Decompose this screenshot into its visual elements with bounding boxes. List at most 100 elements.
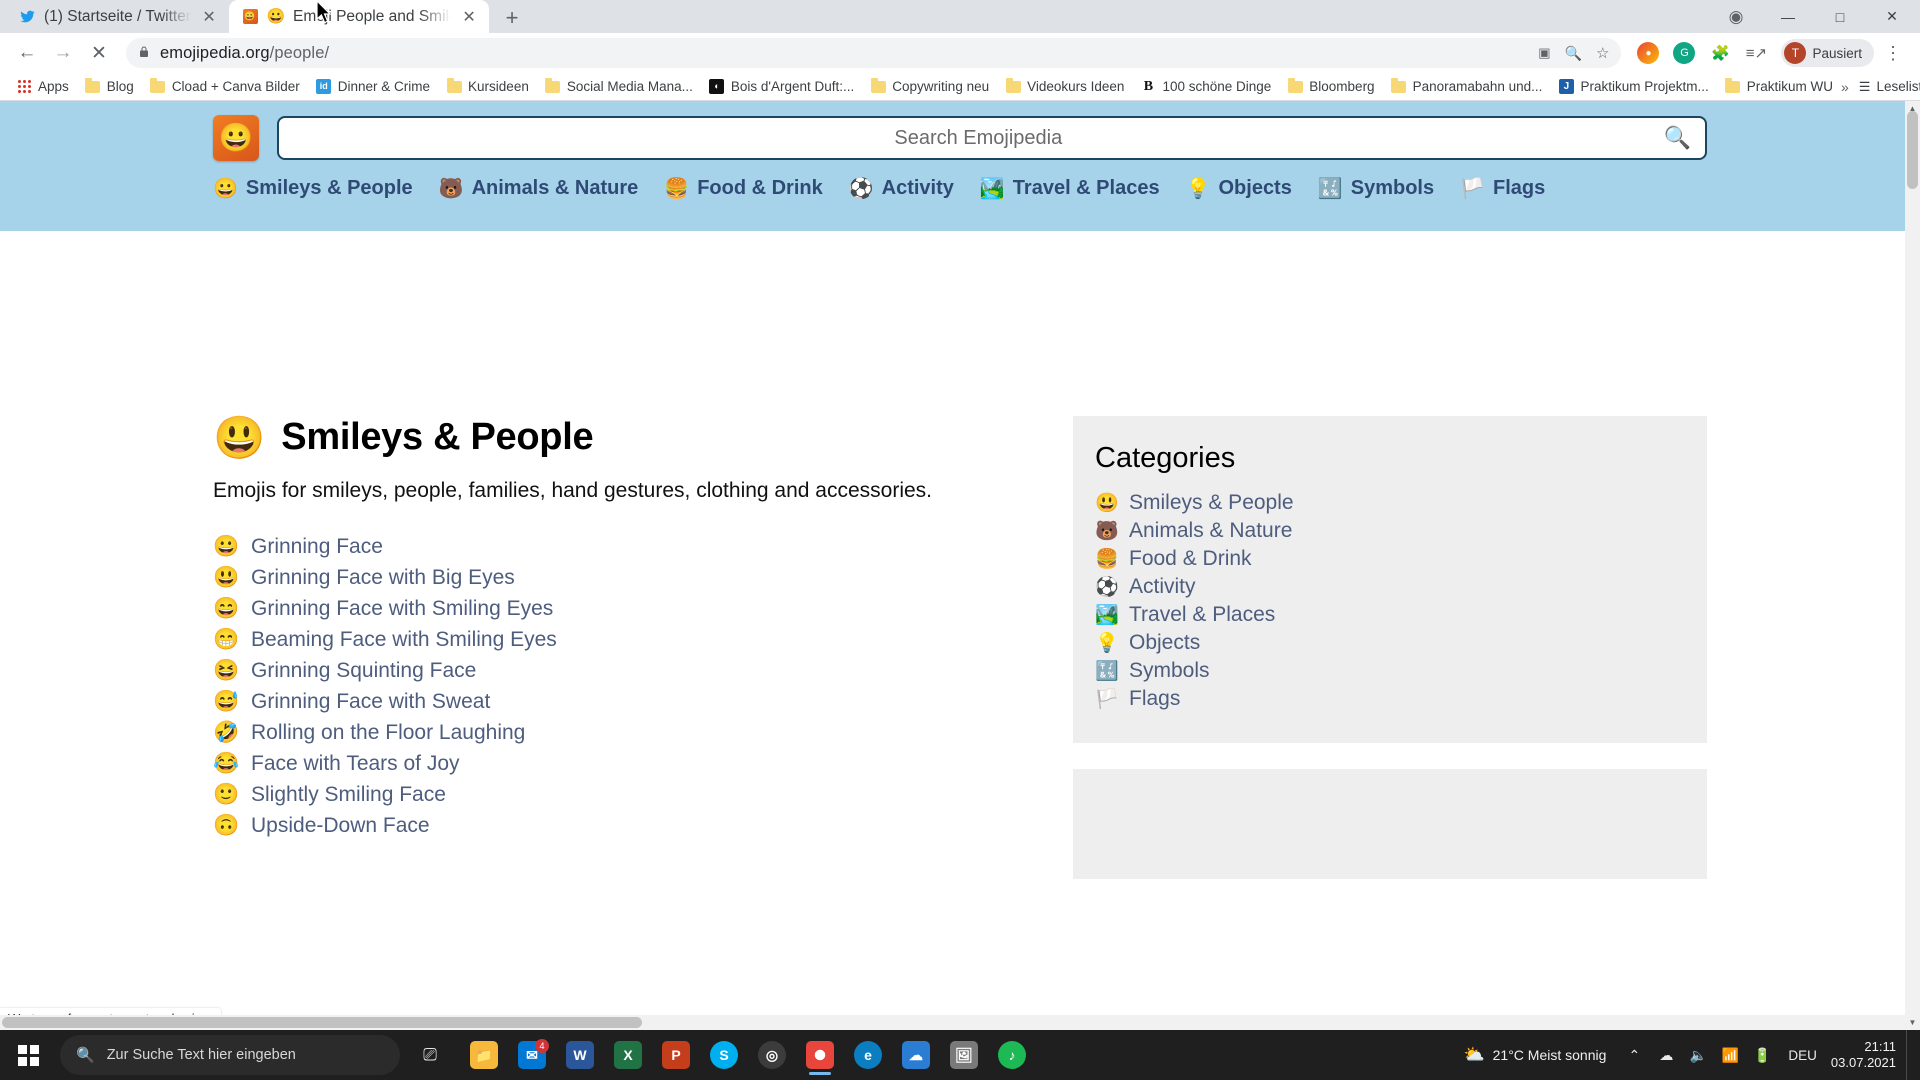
- translate-icon[interactable]: ▣: [1538, 45, 1550, 61]
- scroll-down-arrow[interactable]: ▼: [1905, 1015, 1920, 1030]
- close-icon[interactable]: ✕: [459, 7, 479, 27]
- nav-item-activity[interactable]: ⚽ Activity: [849, 177, 954, 200]
- taskbar-app-spotify[interactable]: ♪: [992, 1033, 1032, 1077]
- nav-item-travel-places[interactable]: 🏞️ Travel & Places: [980, 177, 1160, 200]
- forward-button[interactable]: →: [46, 36, 80, 70]
- nav-item-flags[interactable]: 🏳️ Flags: [1460, 177, 1545, 200]
- scrollbar-thumb-horizontal[interactable]: [2, 1017, 642, 1028]
- stop-loading-button[interactable]: ✕: [82, 36, 116, 70]
- search-box[interactable]: 🔍: [277, 116, 1707, 160]
- puzzle-extensions-icon[interactable]: 🧩: [1703, 36, 1737, 70]
- bookmarks-overflow-button[interactable]: »: [1841, 79, 1849, 95]
- sidebar-link[interactable]: Food & Drink: [1129, 547, 1252, 571]
- language-indicator[interactable]: DEU: [1778, 1048, 1827, 1063]
- bookmark-item[interactable]: Kursideen: [438, 76, 537, 98]
- network-icon[interactable]: 📶: [1714, 1030, 1746, 1080]
- nav-item-food-drink[interactable]: 🍔 Food & Drink: [664, 177, 822, 200]
- sidebar-item-symbols[interactable]: 🔣 Symbols: [1095, 657, 1685, 685]
- list-item[interactable]: 🙂 Slightly Smiling Face: [213, 779, 1013, 810]
- emoji-link[interactable]: Grinning Face with Sweat: [251, 690, 490, 714]
- sidebar-item-flags[interactable]: 🏳️ Flags: [1095, 685, 1685, 713]
- bookmark-item[interactable]: ◐ Bois d'Argent Duft:...: [701, 76, 862, 98]
- speaker-icon[interactable]: 🔈: [1682, 1030, 1714, 1080]
- bookmark-item[interactable]: Copywriting neu: [862, 76, 997, 98]
- sidebar-link[interactable]: Activity: [1129, 575, 1196, 599]
- taskbar-app-excel[interactable]: X: [608, 1033, 648, 1077]
- bookmark-item[interactable]: Blog: [77, 76, 142, 98]
- sidebar-item-travel-places[interactable]: 🏞️ Travel & Places: [1095, 601, 1685, 629]
- sidebar-item-activity[interactable]: ⚽ Activity: [1095, 573, 1685, 601]
- extension-color-icon[interactable]: ●: [1631, 36, 1665, 70]
- emojipedia-book-icon[interactable]: 😀: [213, 115, 259, 161]
- sidebar-link[interactable]: Objects: [1129, 631, 1200, 655]
- search-icon[interactable]: 🔍: [1664, 127, 1691, 149]
- horizontal-scrollbar[interactable]: [0, 1015, 1905, 1030]
- taskbar-app-powerpoint[interactable]: P: [656, 1033, 696, 1077]
- maximize-button[interactable]: □: [1814, 0, 1866, 33]
- list-item[interactable]: 😀 Grinning Face: [213, 531, 1013, 562]
- scrollbar-thumb[interactable]: [1907, 111, 1918, 189]
- taskbar-app-skype[interactable]: S: [704, 1033, 744, 1077]
- extension-circle-icon[interactable]: ◉: [1710, 0, 1762, 33]
- star-icon[interactable]: ☆: [1596, 44, 1609, 62]
- emoji-link[interactable]: Grinning Squinting Face: [251, 659, 476, 683]
- show-desktop-button[interactable]: [1906, 1030, 1914, 1080]
- sidebar-item-food-drink[interactable]: 🍔 Food & Drink: [1095, 545, 1685, 573]
- nav-item-smileys-people[interactable]: 😀 Smileys & People: [213, 177, 413, 200]
- emoji-link[interactable]: Beaming Face with Smiling Eyes: [251, 628, 557, 652]
- sidebar-link[interactable]: Animals & Nature: [1129, 519, 1292, 543]
- bookmark-item[interactable]: Videokurs Ideen: [997, 76, 1132, 98]
- battery-icon[interactable]: 🔋: [1746, 1030, 1778, 1080]
- new-tab-button[interactable]: +: [495, 3, 529, 33]
- taskbar-app-photos[interactable]: 🖼: [944, 1033, 984, 1077]
- list-item[interactable]: 😂 Face with Tears of Joy: [213, 748, 1013, 779]
- taskbar-app-onedrive[interactable]: ☁: [896, 1033, 936, 1077]
- nav-item-symbols[interactable]: 🔣 Symbols: [1318, 177, 1434, 200]
- taskbar-app-mail[interactable]: ✉ 4: [512, 1033, 552, 1077]
- bookmark-item[interactable]: B 100 schöne Dinge: [1132, 76, 1279, 98]
- back-button[interactable]: ←: [10, 36, 44, 70]
- list-item[interactable]: 😅 Grinning Face with Sweat: [213, 686, 1013, 717]
- taskbar-app-edge[interactable]: e: [848, 1033, 888, 1077]
- sidebar-item-animals-nature[interactable]: 🐻 Animals & Nature: [1095, 517, 1685, 545]
- onedrive-tray-icon[interactable]: ☁: [1650, 1030, 1682, 1080]
- weather-widget[interactable]: ⛅ 21°C Meist sonnig: [1451, 1045, 1618, 1065]
- emoji-link[interactable]: Grinning Face: [251, 535, 383, 559]
- bookmark-item[interactable]: Social Media Mana...: [537, 76, 701, 98]
- profile-button[interactable]: T Pausiert: [1781, 39, 1874, 67]
- list-item[interactable]: 😁 Beaming Face with Smiling Eyes: [213, 624, 1013, 655]
- nav-item-objects[interactable]: 💡 Objects: [1186, 177, 1292, 200]
- nav-item-animals-nature[interactable]: 🐻 Animals & Nature: [439, 177, 639, 200]
- close-window-button[interactable]: ✕: [1866, 0, 1918, 33]
- taskbar-app-file-explorer[interactable]: 📁: [464, 1033, 504, 1077]
- sidebar-link[interactable]: Symbols: [1129, 659, 1210, 683]
- emoji-link[interactable]: Grinning Face with Smiling Eyes: [251, 597, 553, 621]
- browser-tab-emojipedia[interactable]: 😀 😀 Emoji People and Smileys Me ✕: [229, 0, 490, 33]
- bookmark-item[interactable]: id Dinner & Crime: [308, 76, 438, 98]
- bookmark-item[interactable]: J Praktikum Projektm...: [1550, 76, 1716, 98]
- windows-start-icon[interactable]: [0, 1030, 56, 1080]
- sidebar-item-objects[interactable]: 💡 Objects: [1095, 629, 1685, 657]
- task-view-icon[interactable]: ⎚: [410, 1033, 450, 1077]
- taskbar-app-word[interactable]: W: [560, 1033, 600, 1077]
- browser-tab-twitter[interactable]: (1) Startseite / Twitter ✕: [6, 0, 230, 33]
- bookmark-item[interactable]: Panoramabahn und...: [1383, 76, 1551, 98]
- sidebar-link[interactable]: Smileys & People: [1129, 491, 1294, 515]
- clock[interactable]: 21:11 03.07.2021: [1827, 1039, 1906, 1072]
- zoom-search-icon[interactable]: 🔍: [1565, 45, 1582, 62]
- bookmark-item[interactable]: Bloomberg: [1279, 76, 1382, 98]
- address-bar[interactable]: emojipedia.org/people/ ▣ 🔍 ☆: [126, 38, 1622, 68]
- vertical-scrollbar[interactable]: ▲ ▼: [1905, 101, 1920, 1030]
- emoji-link[interactable]: Grinning Face with Big Eyes: [251, 566, 515, 590]
- emoji-link[interactable]: Rolling on the Floor Laughing: [251, 721, 525, 745]
- reading-list-button[interactable]: ☰ Leseliste: [1859, 79, 1920, 95]
- sidebar-item-smileys-people[interactable]: 😃 Smileys & People: [1095, 489, 1685, 517]
- taskbar-app-disc[interactable]: ◎: [752, 1033, 792, 1077]
- emoji-link[interactable]: Slightly Smiling Face: [251, 783, 446, 807]
- emoji-link[interactable]: Upside-Down Face: [251, 814, 430, 838]
- list-item[interactable]: 🤣 Rolling on the Floor Laughing: [213, 717, 1013, 748]
- sidebar-link[interactable]: Flags: [1129, 687, 1180, 711]
- chrome-menu-button[interactable]: ⋮: [1876, 36, 1910, 70]
- close-icon[interactable]: ✕: [199, 7, 219, 27]
- bookmark-item[interactable]: Cload + Canva Bilder: [142, 76, 308, 98]
